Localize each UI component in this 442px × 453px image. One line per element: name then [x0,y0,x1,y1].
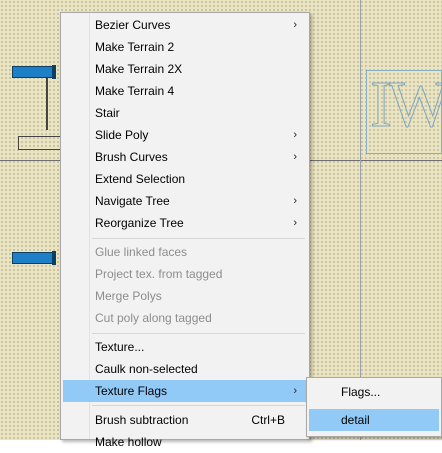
menu-item-project-tex-from-tagged[interactable]: Project tex. from tagged [63,263,307,285]
menu-item-texture-flags[interactable]: Texture Flags › [63,380,307,402]
chevron-right-icon: › [293,217,297,229]
menu-item-caulk-non-selected[interactable]: Caulk non-selected [63,358,307,380]
entity-light[interactable] [12,66,56,78]
grid-guide-line [360,0,361,440]
menu-item-cut-poly-along-tagged[interactable]: Cut poly along tagged [63,307,307,329]
menu-item-navigate-tree[interactable]: Navigate Tree › [63,190,307,212]
chevron-right-icon: › [293,385,297,397]
brush-outline[interactable] [18,136,62,150]
menu-separator [92,238,305,239]
menu-separator [92,333,305,334]
menu-item-make-hollow[interactable]: Make hollow [63,431,307,453]
shortcut-label: Ctrl+B [251,413,285,427]
menu-item-extend-selection[interactable]: Extend Selection [63,168,307,190]
chevron-right-icon: › [293,151,297,163]
ghost-brush-glyph: W [387,68,442,141]
menu-item-reorganize-tree[interactable]: Reorganize Tree › [63,212,307,234]
entity-cap [52,251,56,265]
menu-item-make-terrain-2x[interactable]: Make Terrain 2X [63,58,307,80]
context-menu: Bezier Curves › Make Terrain 2 Make Terra… [60,12,310,449]
brush-edge [46,78,48,130]
menu-item-slide-poly[interactable]: Slide Poly › [63,124,307,146]
menu-item-bezier-curves[interactable]: Bezier Curves › [63,14,307,36]
submenu-item-flags[interactable]: Flags... [309,381,439,403]
chevron-right-icon: › [293,129,297,141]
chevron-right-icon: › [293,19,297,31]
entity-cap [52,65,56,79]
menu-item-brush-subtraction[interactable]: Brush subtraction Ctrl+B [63,409,307,431]
menu-item-glue-linked-faces[interactable]: Glue linked faces [63,241,307,263]
menu-item-brush-curves[interactable]: Brush Curves › [63,146,307,168]
menu-item-make-terrain-2[interactable]: Make Terrain 2 [63,36,307,58]
menu-item-merge-polys[interactable]: Merge Polys [63,285,307,307]
menu-separator [92,405,305,406]
menu-item-make-terrain-4[interactable]: Make Terrain 4 [63,80,307,102]
menu-item-texture[interactable]: Texture... [63,336,307,358]
submenu-item-detail[interactable]: detail [309,409,439,431]
chevron-right-icon: › [293,195,297,207]
texture-flags-submenu: Flags... detail [306,377,442,437]
entity-light[interactable] [12,252,56,264]
menu-item-stair[interactable]: Stair [63,102,307,124]
